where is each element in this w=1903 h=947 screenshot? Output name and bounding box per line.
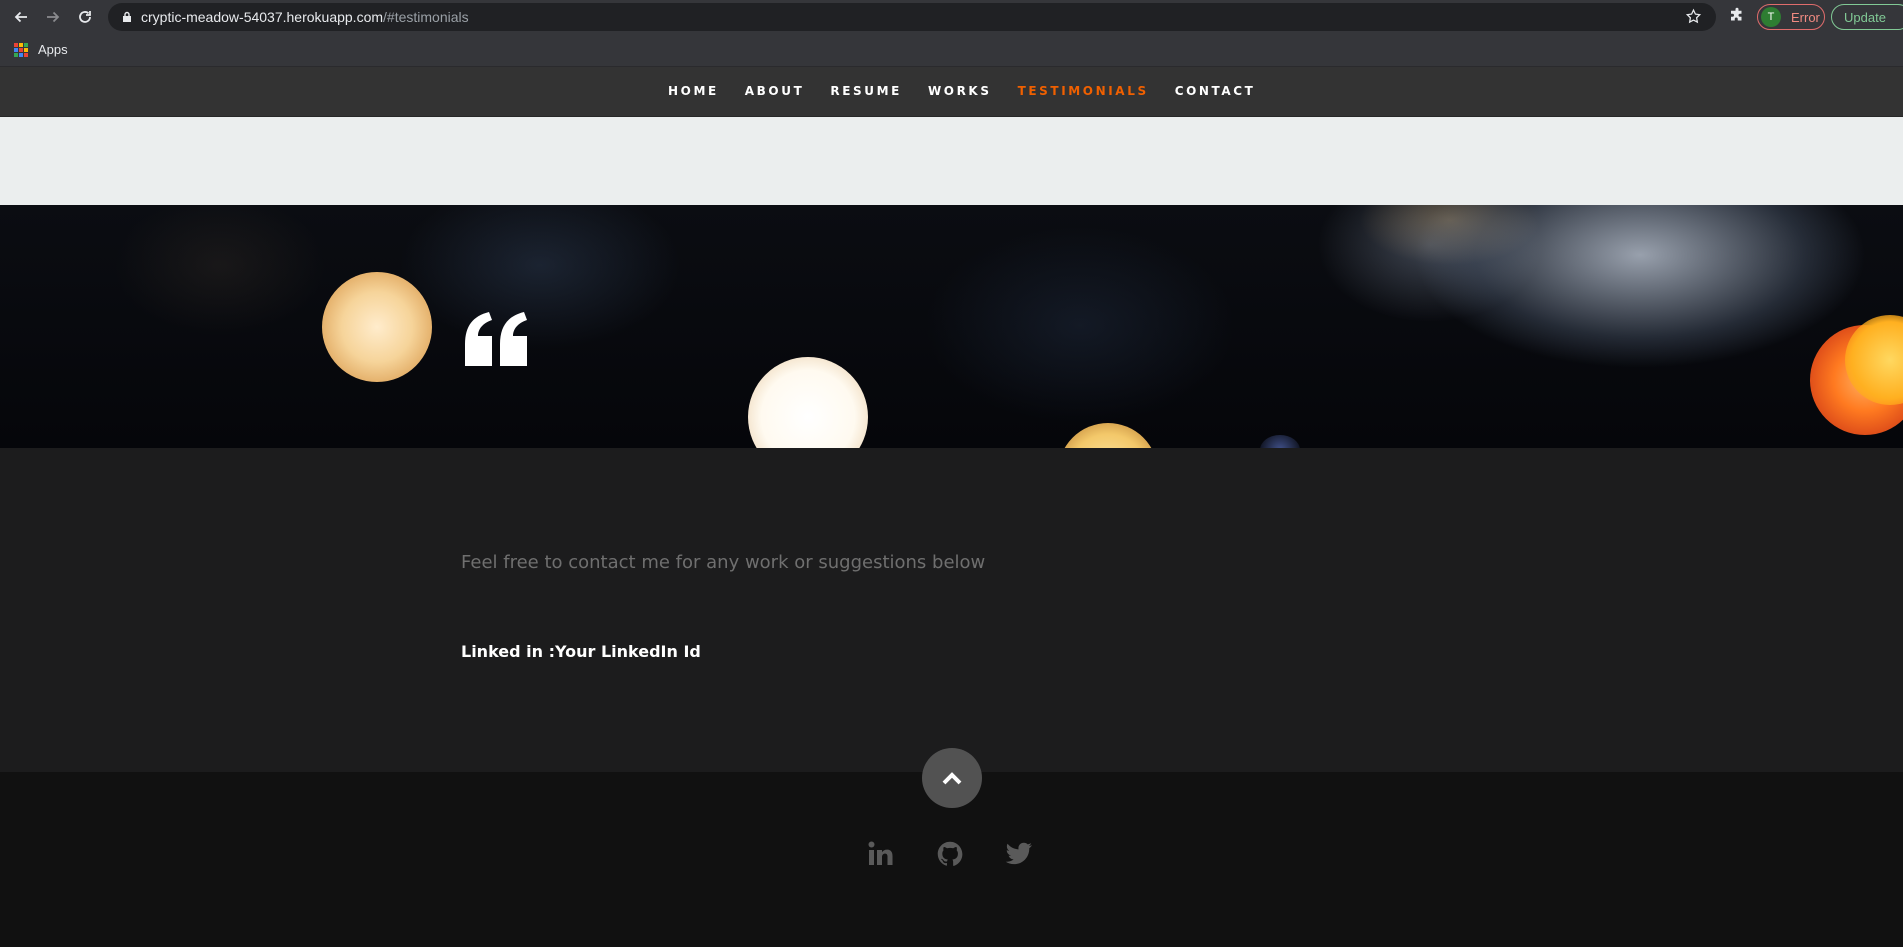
- profile-status: Error: [1791, 9, 1820, 25]
- url-host: cryptic-meadow-54037.herokuapp.com: [141, 9, 384, 25]
- bokeh-orb: [1260, 435, 1300, 448]
- bokeh-orb: [322, 272, 432, 382]
- url-text: cryptic-meadow-54037.herokuapp.com/#test…: [141, 9, 469, 25]
- github-link[interactable]: [935, 839, 965, 869]
- address-bar[interactable]: cryptic-meadow-54037.herokuapp.com/#test…: [108, 3, 1716, 31]
- twitter-link[interactable]: [1004, 839, 1034, 869]
- arrow-right-icon: [47, 11, 60, 23]
- back-button[interactable]: [11, 7, 31, 27]
- extensions-puzzle-icon[interactable]: [1728, 7, 1746, 25]
- nav-testimonials[interactable]: TESTIMONIALS: [1018, 84, 1149, 98]
- testimonials-hero-background: [0, 205, 1903, 448]
- forward-button[interactable]: [43, 7, 63, 27]
- bookmarks-bar: Apps: [0, 34, 1903, 67]
- nav-resume[interactable]: RESUME: [830, 84, 902, 98]
- profile-button[interactable]: T Error: [1757, 4, 1825, 30]
- avatar: T: [1761, 7, 1781, 27]
- scroll-to-top-button[interactable]: [922, 748, 982, 808]
- update-label: Update: [1844, 9, 1886, 25]
- lock-icon: [123, 11, 131, 22]
- browser-toolbar: cryptic-meadow-54037.herokuapp.com/#test…: [0, 0, 1903, 34]
- reload-icon: [79, 11, 91, 23]
- reload-button[interactable]: [75, 7, 95, 27]
- nav-contact[interactable]: CONTACT: [1175, 84, 1256, 98]
- linkedin-info-text: Linked in :Your LinkedIn Id: [461, 642, 701, 661]
- site-navigation: HOME ABOUT RESUME WORKS TESTIMONIALS CON…: [0, 67, 1903, 117]
- section-divider-band: [0, 117, 1903, 205]
- update-button[interactable]: Update: [1831, 4, 1903, 30]
- contact-intro-text: Feel free to contact me for any work or …: [461, 552, 986, 573]
- arrow-left-icon: [14, 11, 27, 23]
- bokeh-orb: [1058, 423, 1158, 448]
- linkedin-icon: [868, 841, 893, 865]
- bookmark-star-icon[interactable]: [1685, 8, 1702, 25]
- bokeh-orb: [748, 357, 868, 448]
- nav-about[interactable]: ABOUT: [745, 84, 805, 98]
- nav-works[interactable]: WORKS: [928, 84, 992, 98]
- url-path: /#testimonials: [383, 9, 469, 25]
- nav-home[interactable]: HOME: [668, 84, 719, 98]
- chevron-up-icon: [942, 772, 962, 785]
- quote-icon: [465, 312, 527, 366]
- github-icon: [937, 841, 963, 866]
- linkedin-link[interactable]: [866, 839, 896, 869]
- bookmark-apps[interactable]: Apps: [38, 42, 68, 57]
- contact-info-section: [0, 448, 1903, 772]
- apps-grid-icon[interactable]: [14, 43, 28, 57]
- twitter-icon: [1005, 842, 1032, 865]
